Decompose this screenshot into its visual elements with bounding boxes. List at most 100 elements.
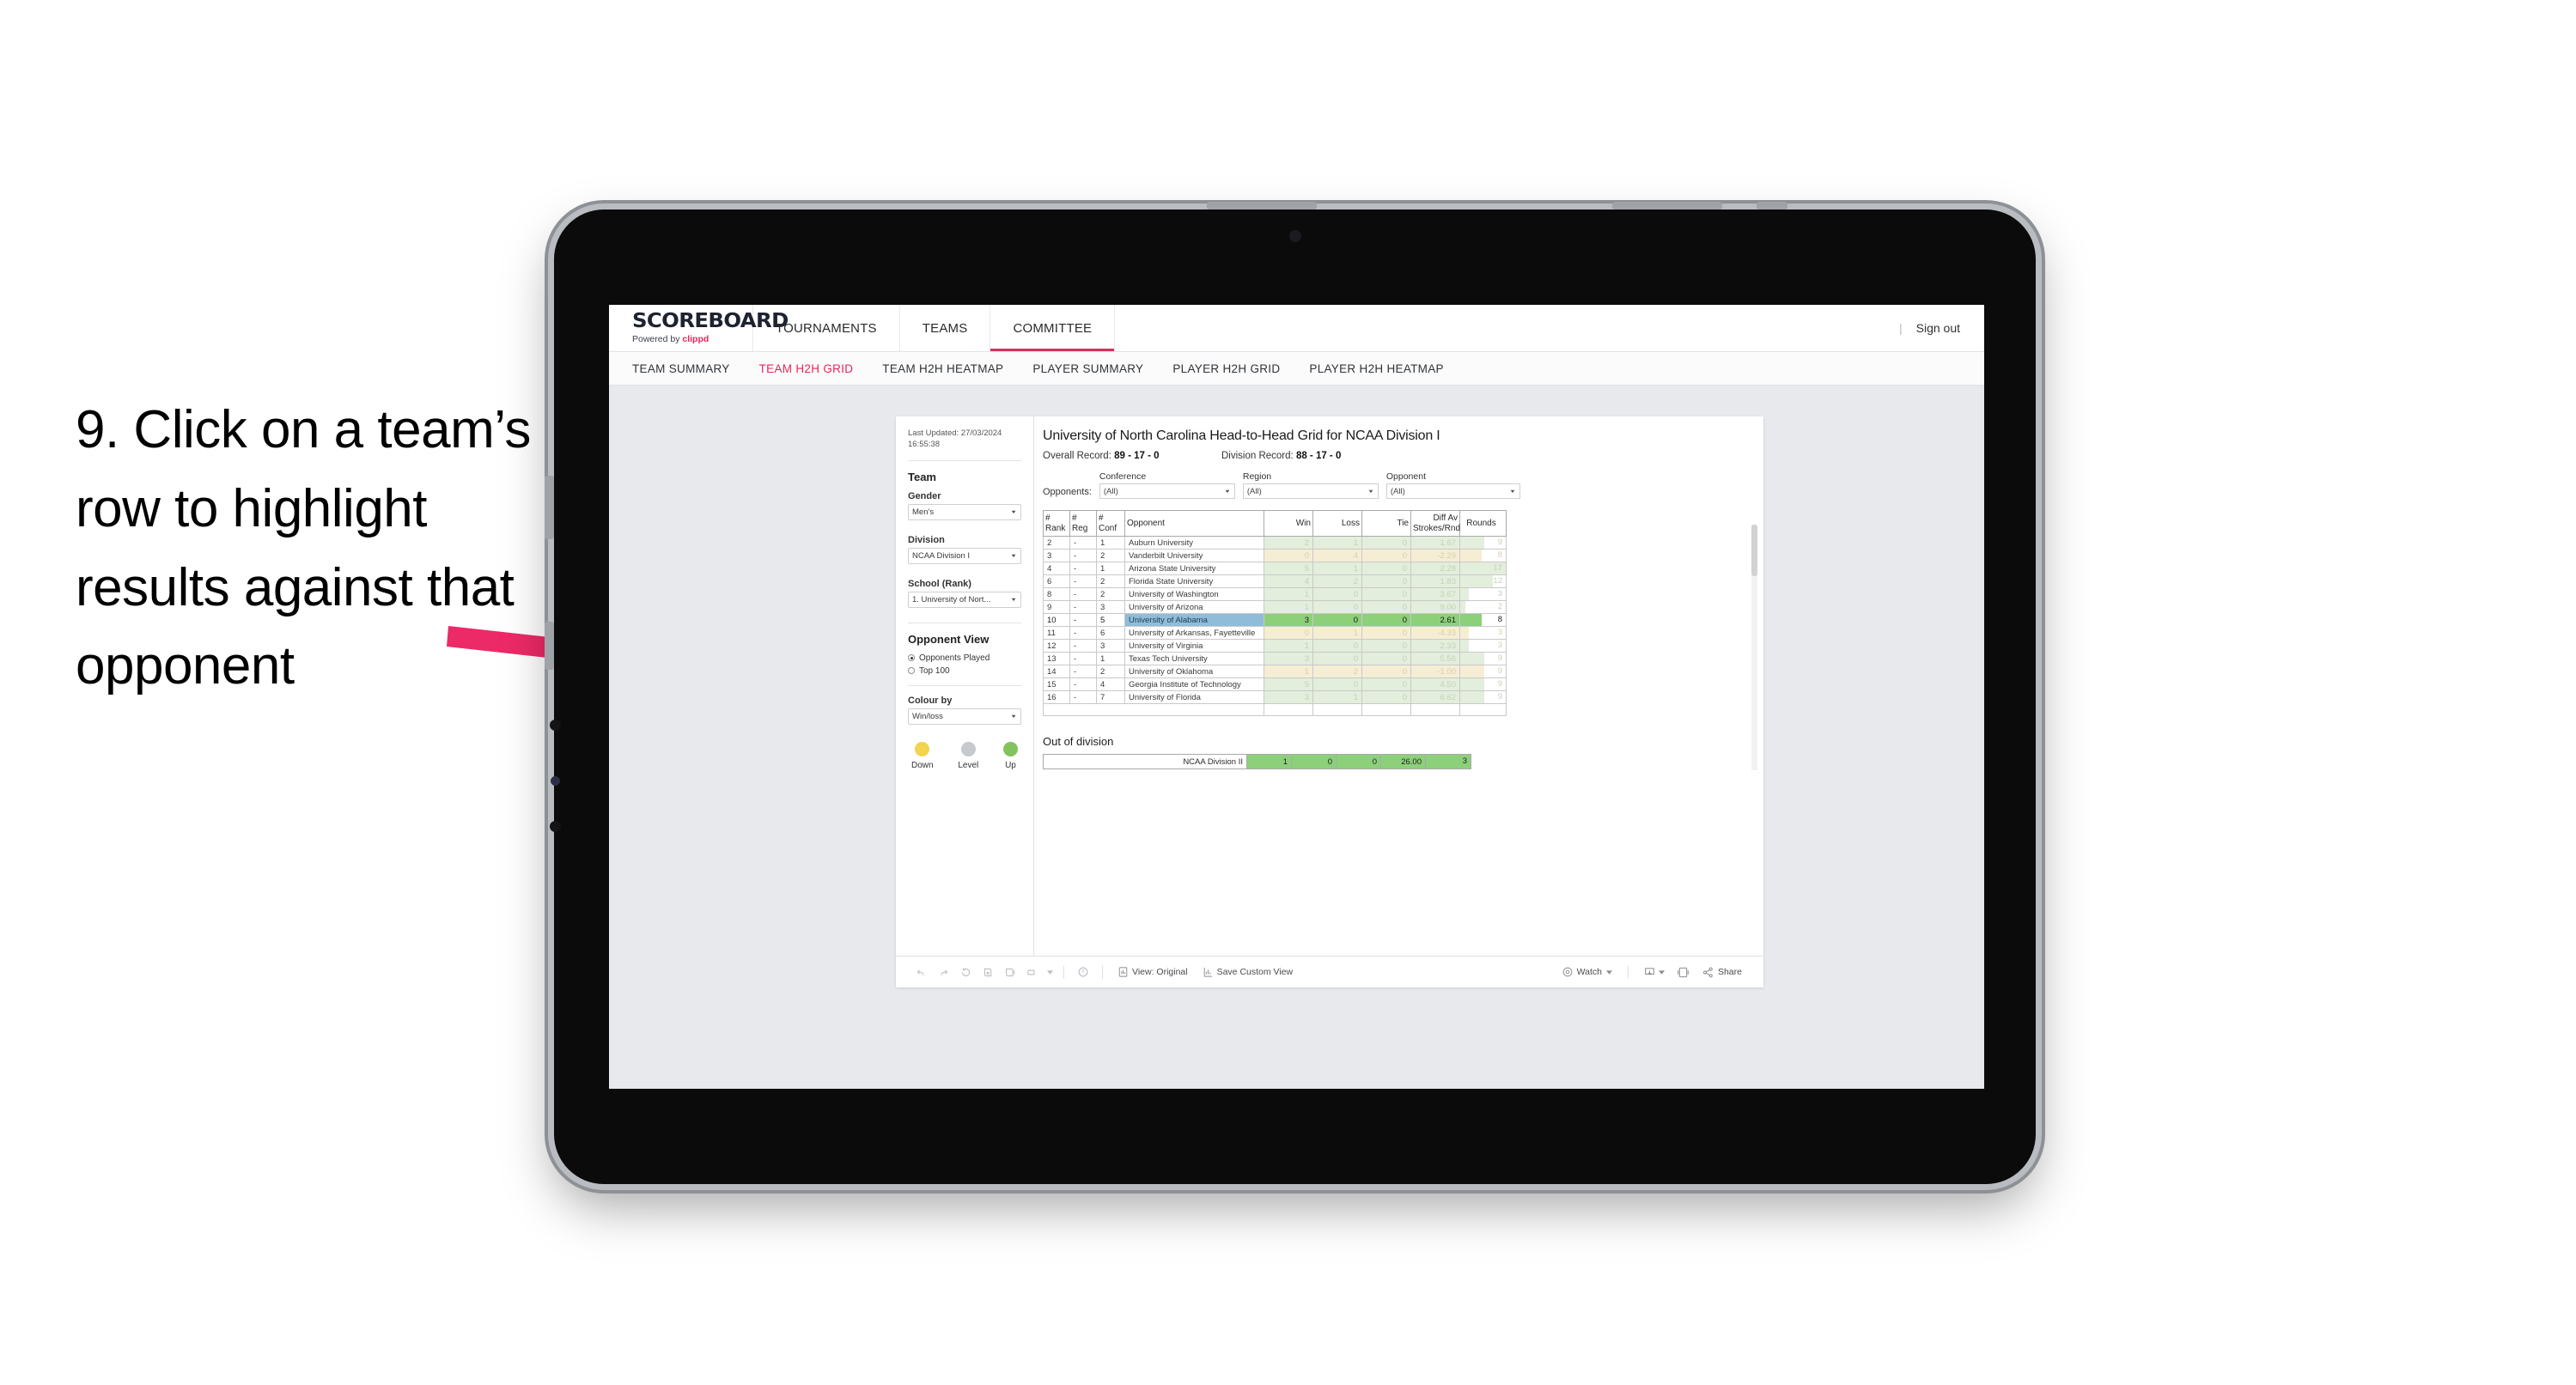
view-options-caret-icon[interactable] [1044,961,1056,983]
cell-win: 5 [1264,677,1313,691]
cell-conf: 1 [1096,652,1125,665]
save-custom-view-button[interactable]: Save Custom View [1196,967,1301,977]
legend-label-up: Up [1005,760,1016,770]
tab-team-h2h-grid[interactable]: TEAM H2H GRID [759,362,854,375]
col-header-conf: # Conf [1096,510,1125,537]
cell-tie: 0 [1361,587,1411,601]
undo-icon[interactable] [910,961,932,983]
cell-win: 3 [1264,613,1313,627]
clippd-name: clippd [682,334,709,344]
radio-opponents-played-label: Opponents Played [919,653,990,663]
cell-rank: 2 [1043,536,1070,550]
brand-logo[interactable]: SCOREBOARD Powered by clippd [609,305,789,351]
table-row[interactable]: 4-1 Arizona State University 5 1 0 2.28 17 [1043,562,1507,575]
instruction-text: 9. Click on a team’s row to highlight re… [76,400,531,696]
rounds-value: 3 [1497,641,1502,650]
table-row[interactable]: 9-3 University of Arizona 1 0 0 9.00 2 [1043,600,1507,614]
refresh-icon[interactable] [977,961,999,983]
cell-rounds: 9 [1459,665,1507,678]
table-row[interactable]: 12-3 University of Virginia 1 0 0 2.33 3 [1043,639,1507,653]
cell-conf: 2 [1096,587,1125,601]
table-row[interactable]: 8-2 University of Washington 1 0 0 3.67 3 [1043,587,1507,601]
spacer-loss [1312,703,1362,716]
table-row[interactable]: 3-2 Vanderbilt University 0 4 0 -2.29 8 [1043,549,1507,562]
share-button[interactable]: Share [1695,967,1750,978]
tab-player-h2h-heatmap[interactable]: PLAYER H2H HEATMAP [1309,362,1443,375]
download-button[interactable] [1636,967,1672,978]
colour-by-value: Win/loss [912,711,943,721]
cell-reg: - [1069,690,1097,704]
redo-icon[interactable] [932,961,954,983]
table-spacer-row [1043,703,1507,716]
rounds-value: 3 [1497,589,1502,598]
cell-win: 5 [1264,562,1313,575]
out-of-division-tie: 0 [1336,754,1381,769]
division-value: NCAA Division I [912,550,971,561]
tab-player-h2h-grid[interactable]: PLAYER H2H GRID [1172,362,1280,375]
cell-win: 2 [1264,536,1313,550]
watch-button[interactable]: Watch [1555,967,1620,977]
filter-sidebar: Last Updated: 27/03/2024 16:55:38 Team G… [896,416,1034,956]
share-label: Share [1717,967,1742,977]
cell-loss: 0 [1312,587,1362,601]
cell-loss: 0 [1312,600,1362,614]
cell-reg: - [1069,600,1097,614]
colour-by-select[interactable]: Win/loss ▼ [908,708,1021,725]
legend-dot-level [960,741,976,756]
cell-rank: 8 [1043,587,1070,601]
cell-rounds: 3 [1459,587,1507,601]
cell-rounds: 9 [1459,677,1507,691]
colour-legend: Down Level Up [908,741,1021,770]
view-options-icon[interactable] [1021,961,1044,983]
school-rank-select[interactable]: 1. University of Nort... ▼ [908,591,1021,608]
topnav-divider: | [1898,321,1903,335]
cell-conf: 2 [1096,665,1125,678]
col-header-reg: # Reg [1069,510,1097,537]
filter-conference-select[interactable]: (All) ▼ [1099,483,1235,499]
radio-opponents-played[interactable]: Opponents Played [908,653,1021,663]
table-row[interactable]: 10-5 University of Alabama 3 0 0 2.61 8 [1043,613,1507,627]
cell-win: 3 [1264,690,1313,704]
table-row[interactable]: 16-7 University of Florida 3 1 0 6.62 9 [1043,690,1507,704]
workspace: Last Updated: 27/03/2024 16:55:38 Team G… [609,386,1984,1089]
division-label: Division [908,534,945,545]
division-select[interactable]: NCAA Division I ▼ [908,547,1021,564]
cell-opponent: University of Washington [1124,587,1264,601]
rounds-value: 9 [1497,666,1502,676]
table-row[interactable]: 11-6 University of Arkansas, Fayetteville… [1043,626,1507,640]
table-row[interactable]: 6-2 Florida State University 4 2 0 1.83 12 [1043,574,1507,588]
view-original-button[interactable]: View: Original [1111,967,1196,977]
radio-top-100[interactable]: Top 100 [908,666,1021,676]
legend-item-up: Up [1002,741,1018,770]
tablet-device: SCOREBOARD Powered by clippd TOURNAMENTS… [545,202,2036,1184]
filter-region-select[interactable]: (All) ▼ [1242,483,1379,499]
topnav-item-teams[interactable]: TEAMS [900,305,991,351]
tab-team-h2h-heatmap[interactable]: TEAM H2H HEATMAP [882,362,1003,375]
table-scrollbar-thumb[interactable] [1751,525,1757,576]
cell-loss: 0 [1312,639,1362,653]
cell-diff: 4.50 [1410,677,1460,691]
revert-icon[interactable] [954,961,977,983]
pause-auto-update-icon[interactable] [1072,961,1094,983]
division-record: Division Record: 88 - 17 - 0 [1221,451,1341,461]
table-row[interactable]: 15-4 Georgia Institute of Technology 5 0 0 4.… [1043,677,1507,691]
table-row[interactable]: 13-1 Texas Tech University 3 0 0 5.56 9 [1043,652,1507,665]
table-row[interactable]: 14-2 University of Oklahoma 1 2 0 -1.00 9 [1043,665,1507,678]
col-header-tie: Tie [1361,510,1411,537]
opponents-label: Opponents: [1043,487,1092,497]
out-of-division-row[interactable]: NCAA Division II 1 0 0 26.00 3 [1043,754,1471,769]
pause-updates-icon[interactable] [999,961,1021,983]
out-of-division-body: NCAA Division II 1 0 0 26.00 3 [1043,754,1471,769]
school-rank-label: School (Rank) [908,578,971,589]
tab-team-summary[interactable]: TEAM SUMMARY [632,362,730,375]
gender-select[interactable]: Men’s ▼ [908,503,1021,520]
signout-link[interactable]: Sign out [1916,321,1960,335]
tab-player-summary[interactable]: PLAYER SUMMARY [1032,362,1143,375]
topnav-item-tournaments[interactable]: TOURNAMENTS [753,305,900,351]
fullscreen-icon[interactable] [1672,961,1695,983]
filter-opponent-select[interactable]: (All) ▼ [1385,483,1520,499]
table-row[interactable]: 2-1 Auburn University 2 1 0 1.67 9 [1043,536,1507,550]
topnav-item-committee[interactable]: COMMITTEE [990,305,1116,351]
sidebar-heading-opponent-view: Opponent View [908,632,990,646]
cell-opponent: University of Alabama [1124,613,1264,627]
